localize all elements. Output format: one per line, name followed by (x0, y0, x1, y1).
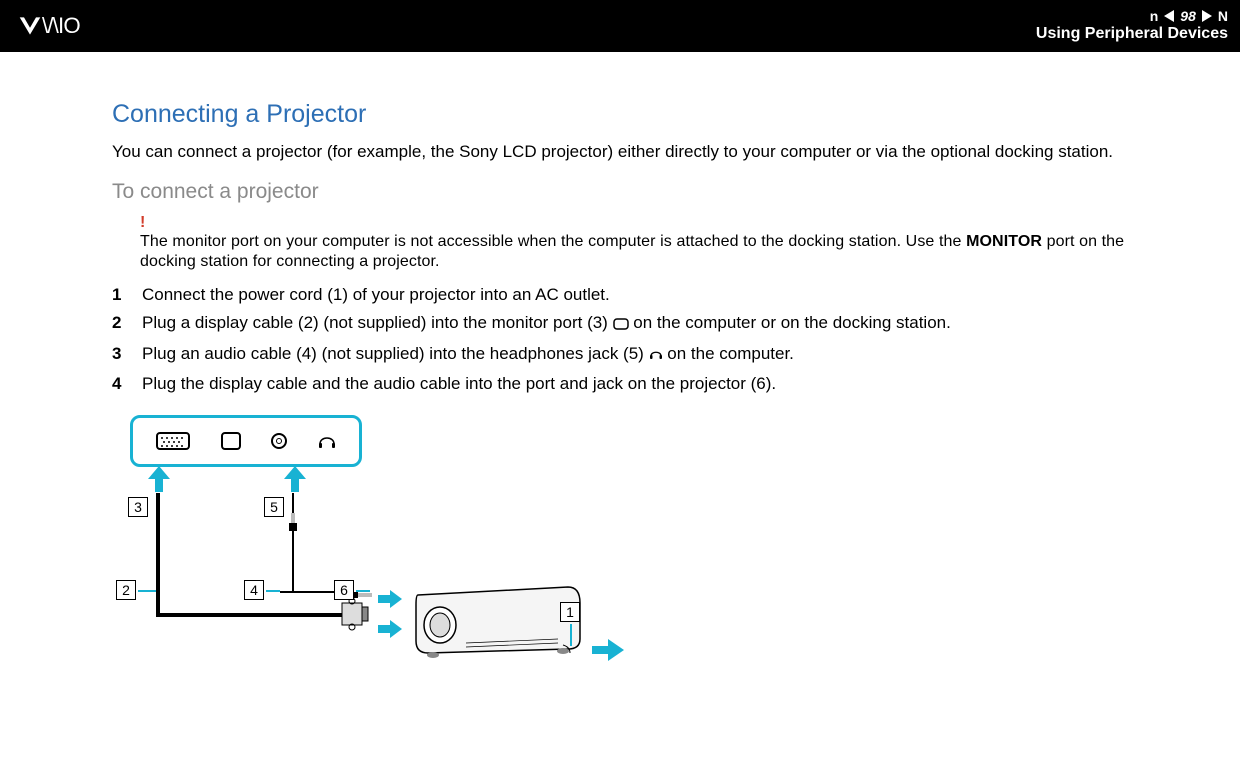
audio-cable (292, 493, 294, 593)
step-number: 2 (112, 310, 128, 336)
leader-line (138, 590, 156, 592)
warning-note: The monitor port on your computer is not… (140, 232, 1184, 272)
nav-next-letter: N (1218, 9, 1228, 23)
step-number: 1 (112, 282, 128, 308)
headphones-jack-icon (649, 343, 663, 369)
step-text: Connect the power cord (1) of your proje… (142, 282, 610, 308)
vga-connector-icon (340, 595, 370, 633)
vaio-logo: \/\IO (18, 14, 138, 38)
leader-line (356, 590, 370, 592)
step-number: 4 (112, 371, 128, 397)
page-nav: n 98 N (1036, 9, 1228, 23)
section-title: Connecting a Projector (112, 100, 1184, 129)
step-4: 4 Plug the display cable and the audio c… (112, 371, 1184, 397)
sub-heading: To connect a projector (112, 180, 1184, 204)
nav-prev-letter: n (1150, 9, 1159, 23)
leader-line (266, 590, 280, 592)
doc-header: \/\IO n 98 N Using Peripheral Devices (0, 0, 1240, 52)
computer-port-panel (130, 415, 362, 467)
step-text: Plug an audio cable (4) (not supplied) i… (142, 341, 794, 369)
warning-mark-icon: ! (140, 214, 1184, 232)
step-pre: Plug a display cable (2) (not supplied) … (142, 313, 613, 332)
chapter-title: Using Peripheral Devices (1036, 25, 1228, 43)
round-port-icon (271, 433, 287, 449)
step-text: Plug a display cable (2) (not supplied) … (142, 310, 951, 338)
arrow-up-icon (284, 466, 306, 492)
page-number: 98 (1180, 9, 1196, 23)
callout-5: 5 (264, 497, 284, 517)
warning-block: ! The monitor port on your computer is n… (140, 214, 1184, 272)
page-content: Connecting a Projector You can connect a… (0, 52, 1240, 675)
tv-port-icon (221, 432, 241, 450)
vga-port-icon (156, 432, 190, 450)
audio-plug-icon (286, 513, 300, 539)
display-cable (156, 493, 160, 617)
step-pre: Plug an audio cable (4) (not supplied) i… (142, 344, 649, 363)
step-3: 3 Plug an audio cable (4) (not supplied)… (112, 341, 1184, 369)
arrow-right-icon (378, 620, 402, 638)
callout-1: 1 (560, 602, 580, 622)
display-cable (156, 613, 342, 617)
nav-next-icon[interactable] (1202, 10, 1212, 22)
step-post: on the computer or on the docking statio… (629, 313, 951, 332)
callout-4: 4 (244, 580, 264, 600)
headphones-port-icon (318, 433, 336, 449)
callout-6: 6 (334, 580, 354, 600)
callout-3: 3 (128, 497, 148, 517)
step-1: 1 Connect the power cord (1) of your pro… (112, 282, 1184, 308)
arrow-right-icon (592, 639, 624, 661)
step-2: 2 Plug a display cable (2) (not supplied… (112, 310, 1184, 338)
monitor-port-icon (613, 312, 629, 338)
step-post: on the computer. (663, 344, 794, 363)
nav-prev-icon[interactable] (1164, 10, 1174, 22)
arrow-up-icon (148, 466, 170, 492)
callout-2: 2 (116, 580, 136, 600)
note-bold: MONITOR (966, 233, 1042, 250)
header-right: n 98 N Using Peripheral Devices (1036, 9, 1228, 43)
step-number: 3 (112, 341, 128, 367)
note-pre: The monitor port on your computer is not… (140, 233, 966, 250)
step-text: Plug the display cable and the audio cab… (142, 371, 776, 397)
leader-line (570, 624, 572, 646)
intro-text: You can connect a projector (for example… (112, 141, 1184, 164)
svg-text:\/\IO: \/\IO (42, 14, 80, 38)
connection-diagram: 3 5 2 4 6 1 (130, 415, 690, 675)
arrow-right-icon (378, 590, 402, 608)
steps-list: 1 Connect the power cord (1) of your pro… (112, 282, 1184, 397)
